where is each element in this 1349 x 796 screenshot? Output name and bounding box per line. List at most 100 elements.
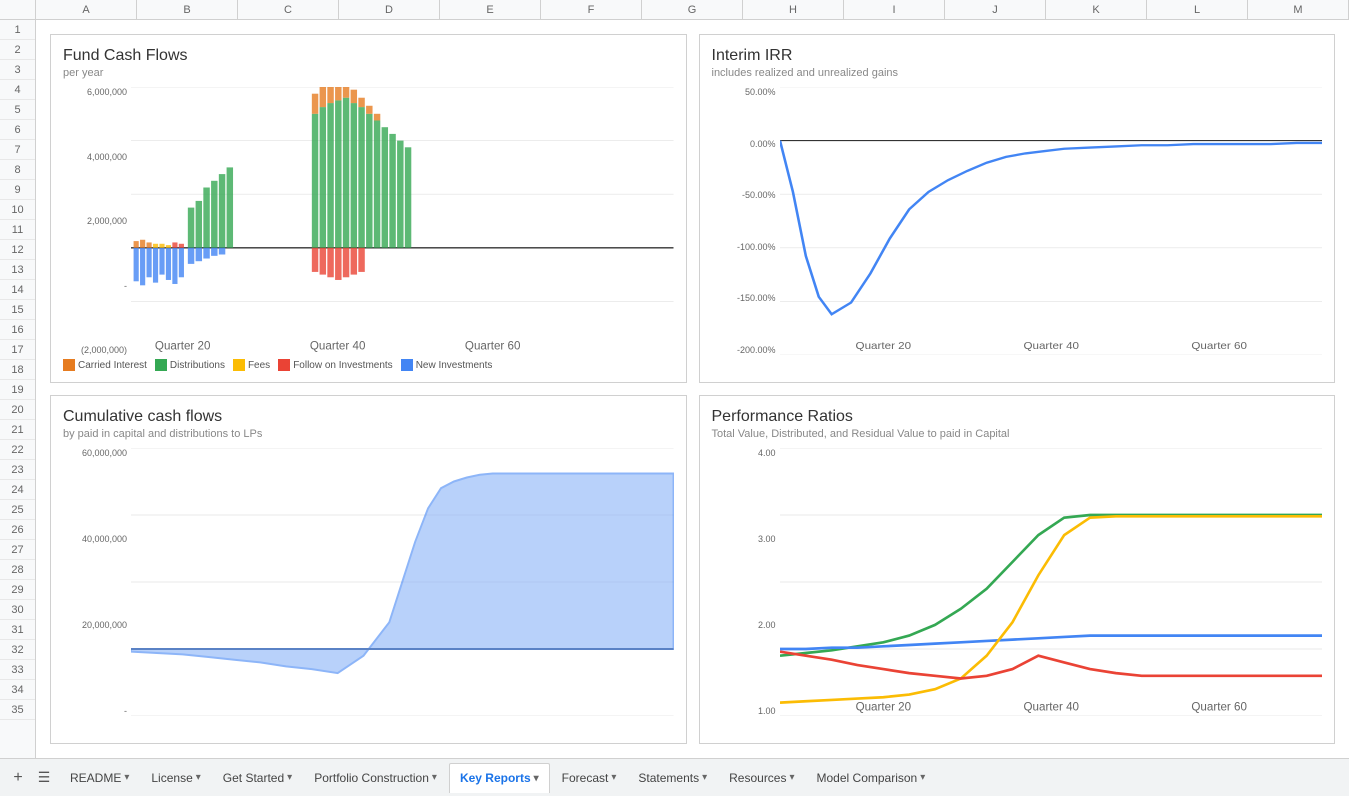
row-num-17[interactable]: 17 — [0, 340, 35, 360]
row-num-spacer — [0, 0, 36, 19]
row-num-11[interactable]: 11 — [0, 220, 35, 240]
row-num-1[interactable]: 1 — [0, 20, 35, 40]
cumulative-cash-flows-chart: Cumulative cash flows by paid in capital… — [50, 395, 687, 744]
perf-y-axis: 4.00 3.00 2.00 1.00 — [712, 448, 780, 716]
row-num-8[interactable]: 8 — [0, 160, 35, 180]
col-header-K[interactable]: K — [1046, 0, 1147, 19]
col-header-H[interactable]: H — [743, 0, 844, 19]
col-header-I[interactable]: I — [844, 0, 945, 19]
perf-ratios-subtitle: Total Value, Distributed, and Residual V… — [712, 428, 1323, 440]
row-num-27[interactable]: 27 — [0, 540, 35, 560]
col-header-J[interactable]: J — [945, 0, 1046, 19]
tab-key-reports[interactable]: Key Reports ▾ — [449, 763, 550, 793]
tab-portfolio-construction[interactable]: Portfolio Construction ▾ — [304, 763, 447, 793]
tab-get-started[interactable]: Get Started ▾ — [213, 763, 302, 793]
row-num-22[interactable]: 22 — [0, 440, 35, 460]
tab-resources[interactable]: Resources ▾ — [719, 763, 804, 793]
interim-irr-subtitle: includes realized and unrealized gains — [712, 67, 1323, 79]
tab-statements[interactable]: Statements ▾ — [628, 763, 717, 793]
tab-dropdown-8[interactable]: ▾ — [920, 772, 925, 783]
perf-plot: Quarter 20 Quarter 40 Quarter 60 — [780, 448, 1323, 716]
tab-dropdown-6[interactable]: ▾ — [702, 772, 707, 783]
tab-model-comparison[interactable]: Model Comparison ▾ — [807, 763, 936, 793]
legend-follow-on: Follow on Investments — [278, 359, 393, 371]
col-header-C[interactable]: C — [238, 0, 339, 19]
svg-text:Quarter 20: Quarter 20 — [155, 338, 211, 352]
col-header-F[interactable]: F — [541, 0, 642, 19]
svg-text:Quarter 40: Quarter 40 — [1023, 341, 1079, 352]
tab-readme[interactable]: README ▾ — [60, 763, 139, 793]
row-num-33[interactable]: 33 — [0, 660, 35, 680]
row-num-19[interactable]: 19 — [0, 380, 35, 400]
tab-dropdown-5[interactable]: ▾ — [611, 772, 616, 783]
svg-text:Quarter 60: Quarter 60 — [1191, 341, 1247, 352]
row-num-12[interactable]: 12 — [0, 240, 35, 260]
col-header-L[interactable]: L — [1147, 0, 1248, 19]
col-header-G[interactable]: G — [642, 0, 743, 19]
interim-irr-inner: 50.00% 0.00% -50.00% -100.00% -150.00% -… — [712, 87, 1323, 355]
row-num-21[interactable]: 21 — [0, 420, 35, 440]
tab-dropdown-0[interactable]: ▾ — [124, 772, 129, 783]
row-num-15[interactable]: 15 — [0, 300, 35, 320]
row-num-32[interactable]: 32 — [0, 640, 35, 660]
add-tab-button[interactable]: + — [4, 764, 32, 792]
col-header-D[interactable]: D — [339, 0, 440, 19]
col-header-E[interactable]: E — [440, 0, 541, 19]
row-num-24[interactable]: 24 — [0, 480, 35, 500]
tab-license[interactable]: License ▾ — [141, 763, 210, 793]
col-header-B[interactable]: B — [137, 0, 238, 19]
row-numbers: 1234567891011121314151617181920212223242… — [0, 20, 36, 758]
irr-svg: Quarter 20 Quarter 40 Quarter 60 — [780, 87, 1323, 355]
cumcf-svg — [131, 448, 674, 716]
row-num-7[interactable]: 7 — [0, 140, 35, 160]
tab-menu-button[interactable]: ☰ — [32, 764, 56, 792]
legend-distributions: Distributions — [155, 359, 225, 371]
svg-text:Quarter 20: Quarter 20 — [855, 341, 911, 352]
charts-grid: Fund Cash Flows per year 6,000,000 4,000… — [36, 20, 1349, 758]
row-num-26[interactable]: 26 — [0, 520, 35, 540]
row-num-23[interactable]: 23 — [0, 460, 35, 480]
row-num-30[interactable]: 30 — [0, 600, 35, 620]
svg-text:Quarter 20: Quarter 20 — [855, 699, 911, 713]
row-num-4[interactable]: 4 — [0, 80, 35, 100]
fund-cash-flows-subtitle: per year — [63, 67, 674, 79]
svg-text:Quarter 40: Quarter 40 — [310, 338, 366, 352]
fund-cash-flows-inner: 6,000,000 4,000,000 2,000,000 - (2,000,0… — [63, 87, 674, 355]
row-num-20[interactable]: 20 — [0, 400, 35, 420]
interim-irr-title: Interim IRR — [712, 47, 1323, 65]
row-num-29[interactable]: 29 — [0, 580, 35, 600]
row-num-13[interactable]: 13 — [0, 260, 35, 280]
cumulative-cf-subtitle: by paid in capital and distributions to … — [63, 428, 674, 440]
row-num-31[interactable]: 31 — [0, 620, 35, 640]
row-num-35[interactable]: 35 — [0, 700, 35, 720]
cumulative-cf-inner: 60,000,000 40,000,000 20,000,000 - — [63, 448, 674, 716]
row-num-25[interactable]: 25 — [0, 500, 35, 520]
tab-dropdown-2[interactable]: ▾ — [287, 772, 292, 783]
col-header-M[interactable]: M — [1248, 0, 1349, 19]
row-num-16[interactable]: 16 — [0, 320, 35, 340]
perf-ratios-title: Performance Ratios — [712, 408, 1323, 426]
tab-dropdown-4[interactable]: ▾ — [534, 773, 539, 784]
fund-cf-svg: Quarter 20 Quarter 40 Quarter 60 — [131, 87, 674, 355]
tab-bar: + ☰ README ▾License ▾Get Started ▾Portfo… — [0, 758, 1349, 796]
row-num-28[interactable]: 28 — [0, 560, 35, 580]
legend-fees: Fees — [233, 359, 270, 371]
row-num-3[interactable]: 3 — [0, 60, 35, 80]
row-num-9[interactable]: 9 — [0, 180, 35, 200]
tab-forecast[interactable]: Forecast ▾ — [552, 763, 627, 793]
perf-svg: Quarter 20 Quarter 40 Quarter 60 — [780, 448, 1323, 716]
svg-text:Quarter 40: Quarter 40 — [1023, 699, 1079, 713]
row-num-2[interactable]: 2 — [0, 40, 35, 60]
fund-cf-legend: Carried Interest Distributions Fees — [63, 359, 674, 371]
col-header-A[interactable]: A — [36, 0, 137, 19]
row-num-14[interactable]: 14 — [0, 280, 35, 300]
row-num-5[interactable]: 5 — [0, 100, 35, 120]
tab-dropdown-1[interactable]: ▾ — [196, 772, 201, 783]
row-num-34[interactable]: 34 — [0, 680, 35, 700]
tab-dropdown-7[interactable]: ▾ — [789, 772, 794, 783]
column-header-row: ABCDEFGHIJKLM — [0, 0, 1349, 20]
row-num-6[interactable]: 6 — [0, 120, 35, 140]
row-num-10[interactable]: 10 — [0, 200, 35, 220]
row-num-18[interactable]: 18 — [0, 360, 35, 380]
tab-dropdown-3[interactable]: ▾ — [432, 772, 437, 783]
